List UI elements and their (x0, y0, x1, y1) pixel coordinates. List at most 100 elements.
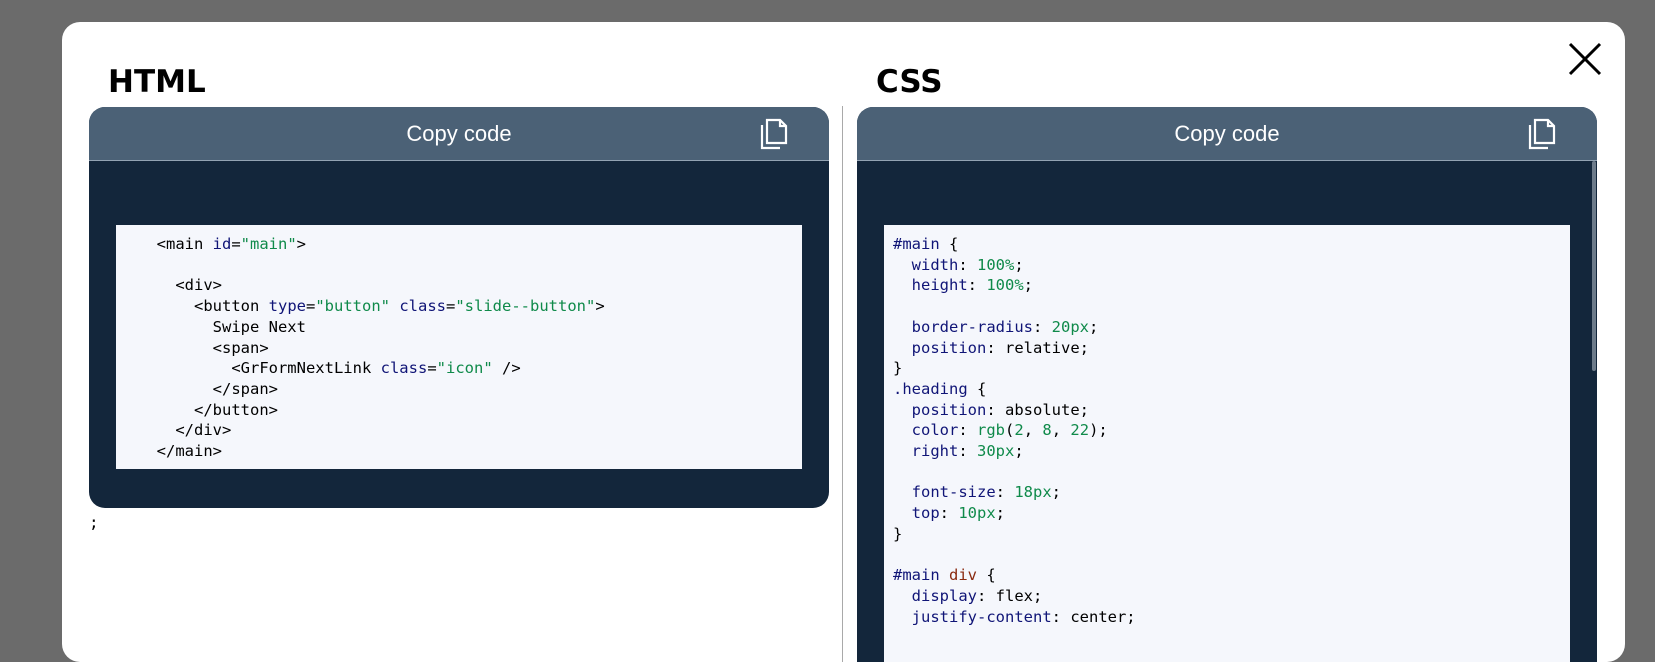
code-token: rgb (977, 421, 1006, 440)
code-token: : (958, 442, 978, 461)
code-token: color (911, 421, 959, 440)
code-line: position: relative; (893, 338, 1570, 359)
code-token: top (911, 504, 940, 523)
code-token: </main> (138, 442, 222, 461)
css-code-panel: Copy code #main { width: 100%; height: 1… (857, 107, 1597, 662)
copy-code-label[interactable]: Copy code (857, 121, 1597, 147)
code-line: </div> (138, 420, 802, 441)
code-token: #main (893, 235, 940, 253)
column-divider (842, 106, 843, 662)
copy-icon[interactable] (759, 118, 789, 150)
code-line: <span> (138, 338, 802, 359)
code-token: height (911, 276, 968, 295)
code-line: Swipe Next (138, 317, 802, 338)
code-token: </span> (138, 379, 278, 398)
css-section-title: CSS (876, 64, 943, 100)
code-token: </button> (138, 400, 278, 419)
code-token: 100% (986, 276, 1024, 295)
code-token: > (296, 235, 307, 253)
code-token: = (446, 297, 456, 316)
code-token: <div> (138, 276, 222, 295)
code-token: <span> (138, 338, 269, 357)
code-token: , (1023, 421, 1043, 440)
code-token: : flex; (977, 586, 1043, 605)
code-token: type (268, 297, 306, 316)
code-token: </div> (138, 421, 232, 440)
code-token: position (911, 400, 987, 419)
code-line: right: 30px; (893, 441, 1570, 462)
code-token: ); (1089, 421, 1108, 440)
code-token: "icon" (436, 359, 493, 378)
code-token: right (911, 442, 959, 461)
code-line: #main { (893, 234, 1570, 255)
code-token: 30px (977, 442, 1015, 461)
code-line: </button> (138, 400, 802, 421)
code-token: <main (138, 235, 213, 253)
code-token: position (911, 338, 987, 357)
css-code-block[interactable]: #main { width: 100%; height: 100%; borde… (884, 225, 1570, 662)
code-token: : (939, 504, 959, 523)
code-token: > (595, 297, 605, 316)
code-token: id (212, 235, 232, 253)
code-token: = (231, 235, 241, 253)
code-token: 18px (1014, 483, 1052, 502)
code-token: 22 (1070, 421, 1090, 440)
code-line: } (893, 358, 1570, 379)
code-line: color: rgb(2, 8, 22); (893, 420, 1570, 441)
html-code-block[interactable]: <main id="main"> <div> <button type="but… (116, 225, 802, 469)
code-token: /> (492, 359, 521, 378)
code-token: 100% (977, 255, 1015, 274)
code-token: font-size (911, 483, 996, 502)
code-token: .heading (893, 379, 968, 398)
code-token: 20px (1051, 317, 1089, 336)
code-token: ; (1023, 276, 1034, 295)
code-line: font-size: 18px; (893, 482, 1570, 503)
code-token: "slide--button" (455, 297, 596, 316)
code-token: ; (995, 504, 1006, 523)
css-copy-bar[interactable]: Copy code (857, 107, 1597, 161)
code-token: ( (1005, 421, 1015, 440)
scrollbar-thumb[interactable] (1592, 161, 1596, 371)
code-token: class (380, 359, 428, 378)
code-token: display (911, 586, 977, 605)
code-token: = (305, 297, 316, 316)
close-icon[interactable] (1562, 36, 1608, 82)
code-line: height: 100%; (893, 275, 1570, 296)
code-token: Swipe Next (138, 317, 306, 336)
code-line: </main> (138, 441, 802, 462)
code-token: <GrFormNextLink (138, 359, 381, 378)
code-token: : (967, 276, 987, 295)
code-token: justify-content (911, 607, 1052, 626)
code-line: #main div { (893, 565, 1570, 586)
code-token: <button (138, 297, 269, 316)
code-token: { (967, 379, 987, 398)
code-token: { (939, 235, 959, 253)
html-section-title: HTML (108, 64, 206, 100)
code-line: </span> (138, 379, 802, 400)
html-copy-bar[interactable]: Copy code (89, 107, 829, 161)
code-token: } (893, 524, 903, 543)
code-token: : absolute; (986, 400, 1089, 419)
code-token: : (995, 483, 1015, 502)
copy-icon[interactable] (1527, 118, 1557, 150)
copy-code-label[interactable]: Copy code (89, 121, 829, 147)
code-token: 2 (1014, 421, 1024, 440)
code-line: border-radius: 20px; (893, 317, 1570, 338)
code-token: ; (1014, 255, 1024, 274)
code-line: <div> (138, 275, 802, 296)
code-token: : relative; (986, 338, 1089, 357)
code-token: 8 (1042, 421, 1052, 440)
